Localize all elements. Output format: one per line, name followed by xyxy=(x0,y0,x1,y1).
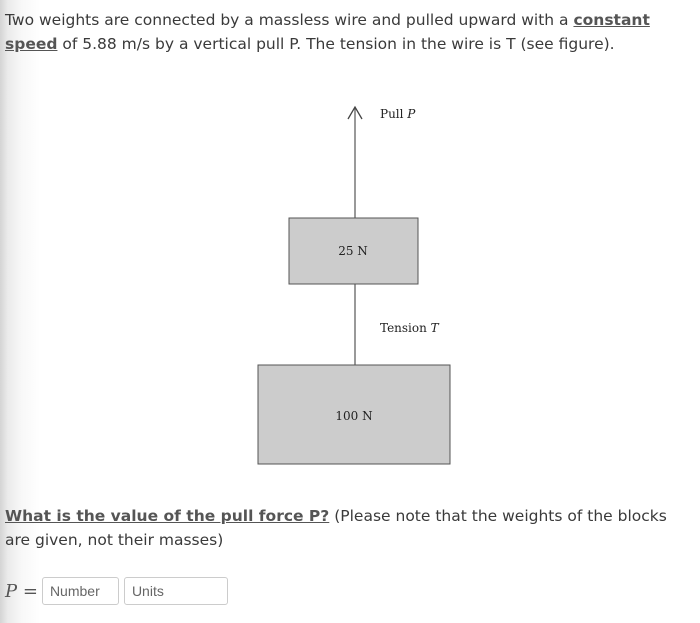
tension-label: Tension T xyxy=(380,321,440,335)
units-input[interactable] xyxy=(123,577,228,605)
lower-block-label: 100 N xyxy=(335,409,372,423)
question: What is the value of the pull force P? (… xyxy=(5,507,667,549)
pull-label: Pull P xyxy=(380,107,416,121)
upper-block-label: 25 N xyxy=(338,244,368,258)
number-input[interactable] xyxy=(41,577,119,605)
question-heading: What is the value of the pull force P? xyxy=(5,507,330,525)
answer-row: P = xyxy=(5,576,228,606)
equation-label: P = xyxy=(5,580,38,602)
